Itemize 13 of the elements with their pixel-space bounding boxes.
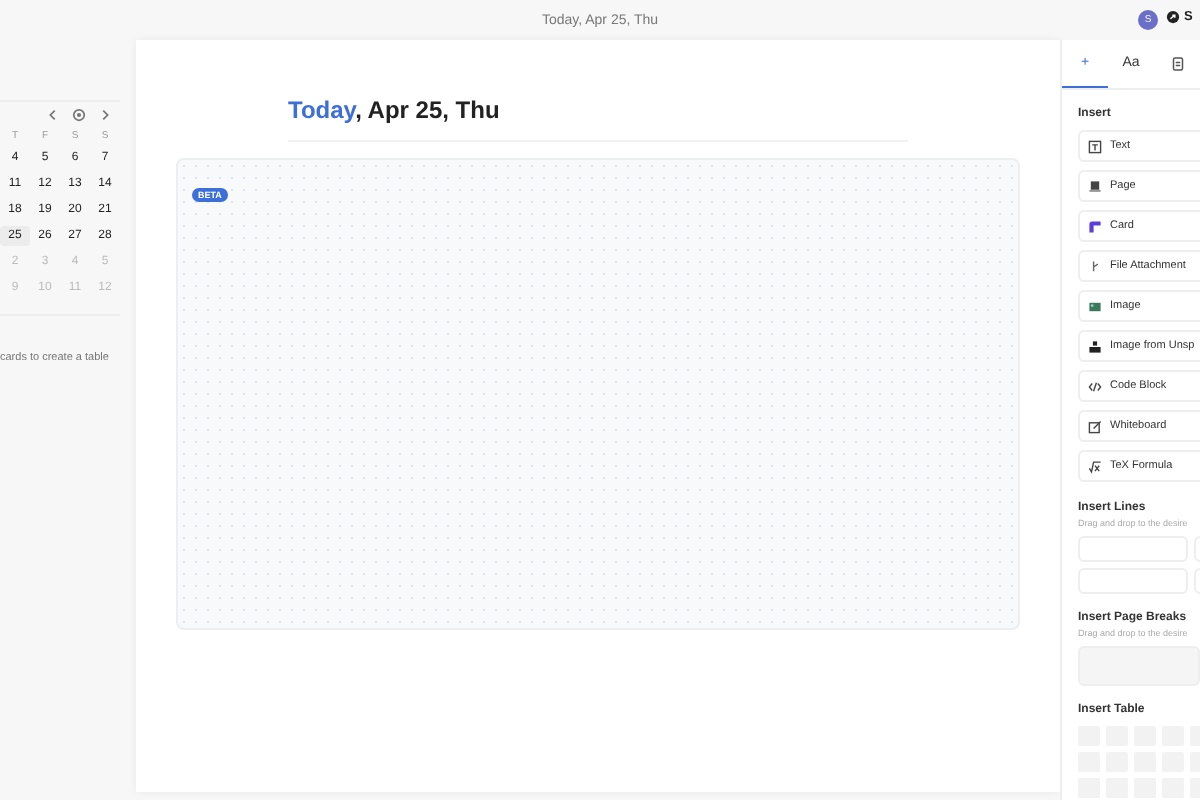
previous-icon[interactable] — [46, 108, 60, 122]
page-title: Today, Apr 25, Thu — [288, 96, 908, 142]
document-icon — [1171, 55, 1183, 71]
image-icon — [1088, 299, 1102, 313]
text-icon — [1088, 139, 1102, 153]
card-icon — [1088, 219, 1102, 233]
page-icon — [1088, 179, 1102, 193]
tex-icon — [1088, 459, 1102, 473]
whiteboard-icon — [1088, 419, 1102, 433]
next-icon[interactable] — [98, 108, 112, 122]
code-icon — [1088, 379, 1102, 393]
share-icon — [1166, 10, 1180, 24]
today-icon[interactable] — [72, 108, 86, 122]
